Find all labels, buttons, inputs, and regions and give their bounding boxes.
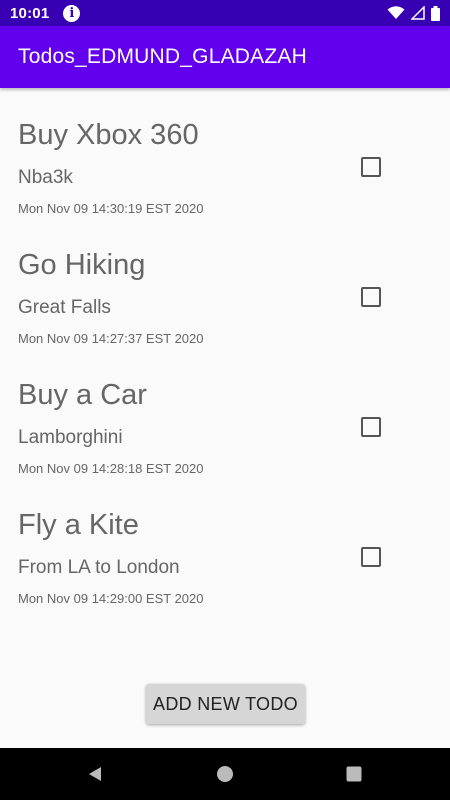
status-time: 10:01 <box>10 4 50 22</box>
todo-date: Mon Nov 09 14:28:18 EST 2020 <box>18 461 204 476</box>
todo-title: Buy Xbox 360 <box>18 119 199 151</box>
todo-title: Fly a Kite <box>18 509 139 541</box>
todo-checkbox[interactable] <box>361 547 381 567</box>
todo-item[interactable]: Fly a Kite From LA to London Mon Nov 09 … <box>0 478 450 608</box>
recents-icon <box>346 766 362 782</box>
recents-button[interactable] <box>334 748 374 800</box>
navigation-bar <box>0 748 450 800</box>
todo-description: From LA to London <box>18 557 180 578</box>
add-new-todo-button[interactable]: ADD NEW TODO <box>146 684 305 724</box>
todo-date: Mon Nov 09 14:29:00 EST 2020 <box>18 591 204 606</box>
back-button[interactable] <box>75 748 115 800</box>
todo-item[interactable]: Buy a Car Lamborghini Mon Nov 09 14:28:1… <box>0 348 450 478</box>
status-bar: 10:01 i <box>0 0 450 26</box>
todo-item[interactable]: Buy Xbox 360 Nba3k Mon Nov 09 14:30:19 E… <box>0 88 450 218</box>
info-icon: i <box>63 4 81 22</box>
app-bar: Todos_EDMUND_GLADAZAH <box>0 26 450 88</box>
status-icons <box>387 5 440 21</box>
back-icon <box>89 767 101 781</box>
home-icon <box>217 766 233 782</box>
battery-icon <box>431 5 440 21</box>
todo-description: Great Falls <box>18 297 111 318</box>
home-button[interactable] <box>205 748 245 800</box>
todo-description: Nba3k <box>18 167 73 188</box>
wifi-icon <box>387 6 405 19</box>
todo-checkbox[interactable] <box>361 417 381 437</box>
cellular-signal-icon <box>411 6 425 20</box>
todo-checkbox[interactable] <box>361 287 381 307</box>
todo-date: Mon Nov 09 14:27:37 EST 2020 <box>18 331 204 346</box>
todo-checkbox[interactable] <box>361 157 381 177</box>
todo-title: Buy a Car <box>18 379 147 411</box>
app-title: Todos_EDMUND_GLADAZAH <box>18 45 307 68</box>
todo-item[interactable]: Go Hiking Great Falls Mon Nov 09 14:27:3… <box>0 218 450 348</box>
todo-date: Mon Nov 09 14:30:19 EST 2020 <box>18 201 204 216</box>
todo-title: Go Hiking <box>18 249 146 281</box>
todo-list: Buy Xbox 360 Nba3k Mon Nov 09 14:30:19 E… <box>0 88 450 608</box>
todo-description: Lamborghini <box>18 427 123 448</box>
